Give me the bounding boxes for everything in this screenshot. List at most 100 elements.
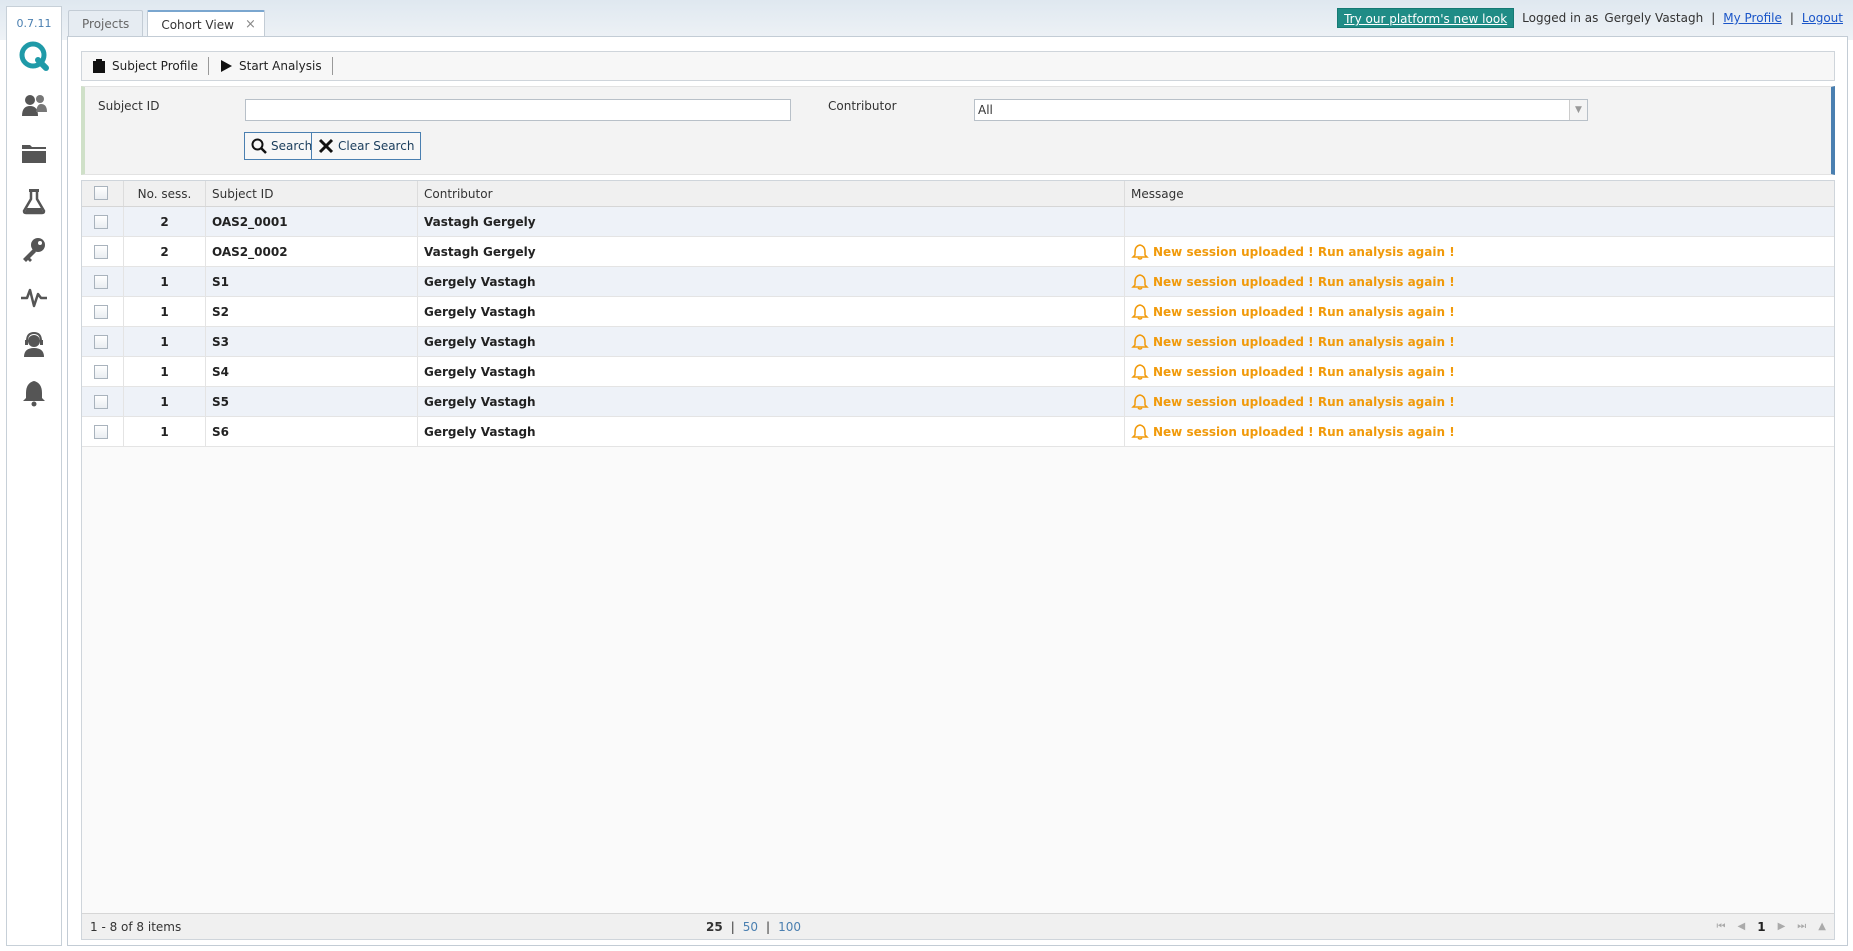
start-analysis-button[interactable]: Start Analysis <box>209 57 333 75</box>
key-icon[interactable] <box>19 234 49 264</box>
row-select-cell <box>82 297 124 327</box>
tab-projects[interactable]: Projects <box>68 10 144 36</box>
table-row[interactable]: 1 S2 Gergely Vastagh New session uploaded !… <box>82 297 1834 327</box>
row-checkbox[interactable] <box>94 335 108 349</box>
page-size-options: 25 | 50 | 100 <box>702 914 805 940</box>
select-all-checkbox[interactable] <box>94 186 108 200</box>
table-row[interactable]: 1 S4 Gergely Vastagh New session uploaded !… <box>82 357 1834 387</box>
sessions-cell: 1 <box>124 387 206 417</box>
logged-in-label: Logged in as <box>1522 11 1599 25</box>
message-cell: New session uploaded ! Run analysis agai… <box>1125 387 1835 417</box>
clipboard-icon <box>93 59 105 73</box>
item-count: 1 - 8 of 8 items <box>90 920 182 934</box>
contributor-cell: Vastagh Gergely <box>418 207 1125 237</box>
message-text: New session uploaded ! Run analysis agai… <box>1131 417 1455 447</box>
column-header-sessions[interactable]: No. sess. <box>124 181 206 206</box>
message-cell: New session uploaded ! Run analysis agai… <box>1125 267 1835 297</box>
message-label: New session uploaded ! Run analysis agai… <box>1153 275 1455 289</box>
select-all-cell <box>82 181 124 206</box>
close-icon <box>318 138 334 154</box>
contributor-label: Contributor <box>828 99 897 113</box>
close-icon[interactable]: × <box>245 12 256 38</box>
contributor-cell: Gergely Vastagh <box>418 297 1125 327</box>
app-logo[interactable] <box>18 40 50 72</box>
subjects-icon[interactable] <box>19 90 49 120</box>
flask-icon[interactable] <box>19 186 49 216</box>
subject-id-cell: S5 <box>206 387 418 417</box>
sessions-cell: 1 <box>124 267 206 297</box>
user-name: Gergely Vastagh <box>1604 11 1704 25</box>
next-page-icon[interactable]: ▶ <box>1778 914 1786 940</box>
message-label: New session uploaded ! Run analysis agai… <box>1153 365 1455 379</box>
sessions-cell: 1 <box>124 417 206 447</box>
tab-cohort-view[interactable]: Cohort View × <box>147 10 265 36</box>
search-button-label: Search <box>271 139 313 153</box>
row-checkbox[interactable] <box>94 305 108 319</box>
clear-search-button[interactable]: Clear Search <box>311 132 422 160</box>
page-nav: ⏮ ◀ 1 ▶ ⏭ ▲ <box>1717 914 1826 940</box>
contributor-select[interactable]: All ▼ <box>974 99 1588 121</box>
subject-id-cell: S1 <box>206 267 418 297</box>
table-row[interactable]: 1 S5 Gergely Vastagh New session uploaded !… <box>82 387 1834 417</box>
table-row[interactable]: 2 OAS2_0001 Vastagh Gergely <box>82 207 1834 237</box>
support-icon[interactable] <box>19 330 49 360</box>
message-text: New session uploaded ! Run analysis agai… <box>1131 237 1455 267</box>
contributor-cell: Vastagh Gergely <box>418 237 1125 267</box>
new-look-link[interactable]: Try our platform's new look <box>1337 8 1515 28</box>
contributor-cell: Gergely Vastagh <box>418 327 1125 357</box>
row-select-cell <box>82 357 124 387</box>
table-row[interactable]: 2 OAS2_0002 Vastagh Gergely New session upl… <box>82 237 1834 267</box>
table-row[interactable]: 1 S3 Gergely Vastagh New session uploaded !… <box>82 327 1834 357</box>
separator: | <box>1789 11 1794 25</box>
search-button[interactable]: Search <box>244 132 320 160</box>
page-size-25[interactable]: 25 <box>706 920 723 934</box>
subject-id-input[interactable] <box>245 99 791 121</box>
first-page-icon[interactable]: ⏮ <box>1717 914 1726 940</box>
row-checkbox[interactable] <box>94 425 108 439</box>
row-checkbox[interactable] <box>94 365 108 379</box>
logout-link[interactable]: Logout <box>1802 11 1843 25</box>
last-page-icon[interactable]: ⏭ <box>1797 914 1806 940</box>
column-header-subject-id[interactable]: Subject ID <box>206 181 418 206</box>
row-checkbox[interactable] <box>94 275 108 289</box>
chevron-down-icon[interactable]: ▼ <box>1569 100 1587 120</box>
row-checkbox[interactable] <box>94 245 108 259</box>
page-size-50[interactable]: 50 <box>743 920 758 934</box>
row-checkbox[interactable] <box>94 215 108 229</box>
page-size-100[interactable]: 100 <box>778 920 801 934</box>
prev-page-icon[interactable]: ◀ <box>1738 914 1746 940</box>
folder-icon[interactable] <box>19 138 49 168</box>
bell-icon[interactable] <box>19 378 49 408</box>
column-header-contributor[interactable]: Contributor <box>418 181 1125 206</box>
contributor-cell: Gergely Vastagh <box>418 387 1125 417</box>
message-label: New session uploaded ! Run analysis agai… <box>1153 305 1455 319</box>
column-header-message[interactable]: Message <box>1125 181 1835 206</box>
row-select-cell <box>82 387 124 417</box>
my-profile-link[interactable]: My Profile <box>1723 11 1782 25</box>
message-label: New session uploaded ! Run analysis agai… <box>1153 395 1455 409</box>
subject-id-label: Subject ID <box>98 99 160 113</box>
message-label: New session uploaded ! Run analysis agai… <box>1153 245 1455 259</box>
warning-bell-icon <box>1131 244 1149 260</box>
sessions-cell: 1 <box>124 357 206 387</box>
warning-bell-icon <box>1131 334 1149 350</box>
subject-id-cell: S3 <box>206 327 418 357</box>
subject-profile-label: Subject Profile <box>112 59 198 73</box>
subject-profile-button[interactable]: Subject Profile <box>82 57 209 75</box>
activity-icon[interactable] <box>19 282 49 312</box>
message-text: New session uploaded ! Run analysis agai… <box>1131 357 1455 387</box>
row-select-cell <box>82 417 124 447</box>
subject-id-cell: S4 <box>206 357 418 387</box>
message-label: New session uploaded ! Run analysis agai… <box>1153 425 1455 439</box>
message-label: New session uploaded ! Run analysis agai… <box>1153 335 1455 349</box>
scroll-top-icon[interactable]: ▲ <box>1818 914 1826 940</box>
sessions-cell: 1 <box>124 327 206 357</box>
table-row[interactable]: 1 S6 Gergely Vastagh New session uploaded !… <box>82 417 1834 447</box>
warning-bell-icon <box>1131 364 1149 380</box>
message-text: New session uploaded ! Run analysis agai… <box>1131 387 1455 417</box>
search-panel: Subject ID Contributor All ▼ Search Clea… <box>81 86 1835 175</box>
table-row[interactable]: 1 S1 Gergely Vastagh New session uploaded !… <box>82 267 1834 297</box>
row-checkbox[interactable] <box>94 395 108 409</box>
contributor-cell: Gergely Vastagh <box>418 417 1125 447</box>
separator: | <box>766 920 771 934</box>
